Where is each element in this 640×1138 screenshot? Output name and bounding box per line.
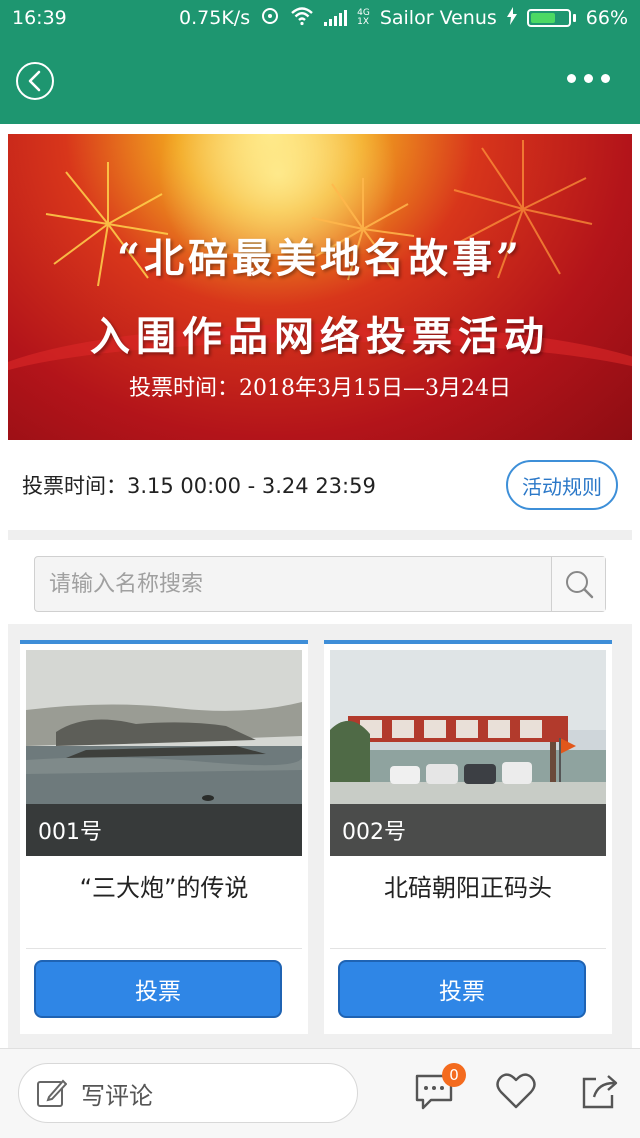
banner-title-line2: 入围作品网络投票活动 bbox=[90, 313, 550, 360]
more-dot-icon bbox=[567, 74, 576, 83]
search-bar bbox=[34, 556, 606, 612]
comment-count-badge: 0 bbox=[442, 1063, 466, 1087]
entry-number: 001号 bbox=[26, 804, 302, 856]
banner-subtitle: 投票时间：2018年3月15日—3月24日 bbox=[129, 376, 511, 401]
vote-button[interactable]: 投票 bbox=[338, 960, 586, 1018]
more-dot-icon bbox=[601, 74, 610, 83]
entry-number: 002号 bbox=[330, 804, 606, 856]
write-comment-input[interactable]: 写评论 bbox=[18, 1063, 358, 1123]
entry-card[interactable]: 001号 “三大炮”的传说 投票 bbox=[20, 640, 308, 1052]
search-button[interactable] bbox=[551, 557, 605, 611]
more-dot-icon bbox=[584, 74, 593, 83]
like-button[interactable] bbox=[494, 1069, 538, 1113]
page-content: “北碚最美地名故事” 入围作品网络投票活动 投票时间：2018年3月15日—3月… bbox=[0, 124, 640, 1052]
battery-percent: 66% bbox=[585, 7, 628, 29]
status-bar: 16:39 0.75K/s 4G 1X Sailor Venus 66% bbox=[0, 0, 640, 36]
entry-photo[interactable]: 002号 bbox=[330, 650, 606, 856]
status-time: 16:39 bbox=[12, 7, 67, 29]
banner-title-line1: “北碚最美地名故事” bbox=[116, 235, 523, 282]
edit-icon bbox=[37, 1079, 67, 1107]
wifi-icon bbox=[290, 6, 314, 31]
back-button[interactable] bbox=[16, 62, 54, 100]
hotspot-icon bbox=[260, 6, 280, 31]
write-comment-label: 写评论 bbox=[81, 1081, 153, 1110]
share-button[interactable] bbox=[578, 1069, 622, 1113]
heart-icon bbox=[496, 1073, 536, 1109]
charging-icon bbox=[506, 6, 517, 30]
vote-time-row: 投票时间：3.15 00:00 - 3.24 23:59 活动规则 bbox=[0, 440, 640, 530]
share-icon bbox=[582, 1075, 618, 1109]
entries-grid: 001号 “三大炮”的传说 投票 002号 北碚朝阳正码头 投票 bbox=[8, 624, 632, 1052]
section-divider bbox=[8, 530, 632, 540]
event-rules-button[interactable]: 活动规则 bbox=[506, 460, 618, 510]
search-input[interactable] bbox=[35, 557, 551, 611]
vote-time-text: 投票时间：3.15 00:00 - 3.24 23:59 bbox=[22, 474, 376, 498]
carrier-name: Sailor Venus bbox=[379, 7, 497, 29]
network-speed: 0.75K/s bbox=[179, 7, 251, 29]
vote-button[interactable]: 投票 bbox=[34, 960, 282, 1018]
bottom-action-bar: 写评论 0 bbox=[0, 1048, 640, 1138]
entry-photo[interactable]: 001号 bbox=[26, 650, 302, 856]
search-icon bbox=[565, 571, 593, 599]
nav-bar bbox=[0, 36, 640, 124]
signal-icon bbox=[324, 10, 348, 26]
battery-icon bbox=[526, 9, 576, 27]
more-options-button[interactable] bbox=[567, 74, 610, 83]
chevron-left-icon bbox=[28, 70, 41, 92]
network-type: 4G 1X bbox=[357, 8, 370, 27]
entry-title: 北碚朝阳正码头 bbox=[384, 874, 552, 902]
entry-card[interactable]: 002号 北碚朝阳正码头 投票 bbox=[324, 640, 612, 1052]
event-banner: “北碚最美地名故事” 入围作品网络投票活动 投票时间：2018年3月15日—3月… bbox=[8, 134, 632, 440]
entry-title: “三大炮”的传说 bbox=[79, 874, 249, 902]
